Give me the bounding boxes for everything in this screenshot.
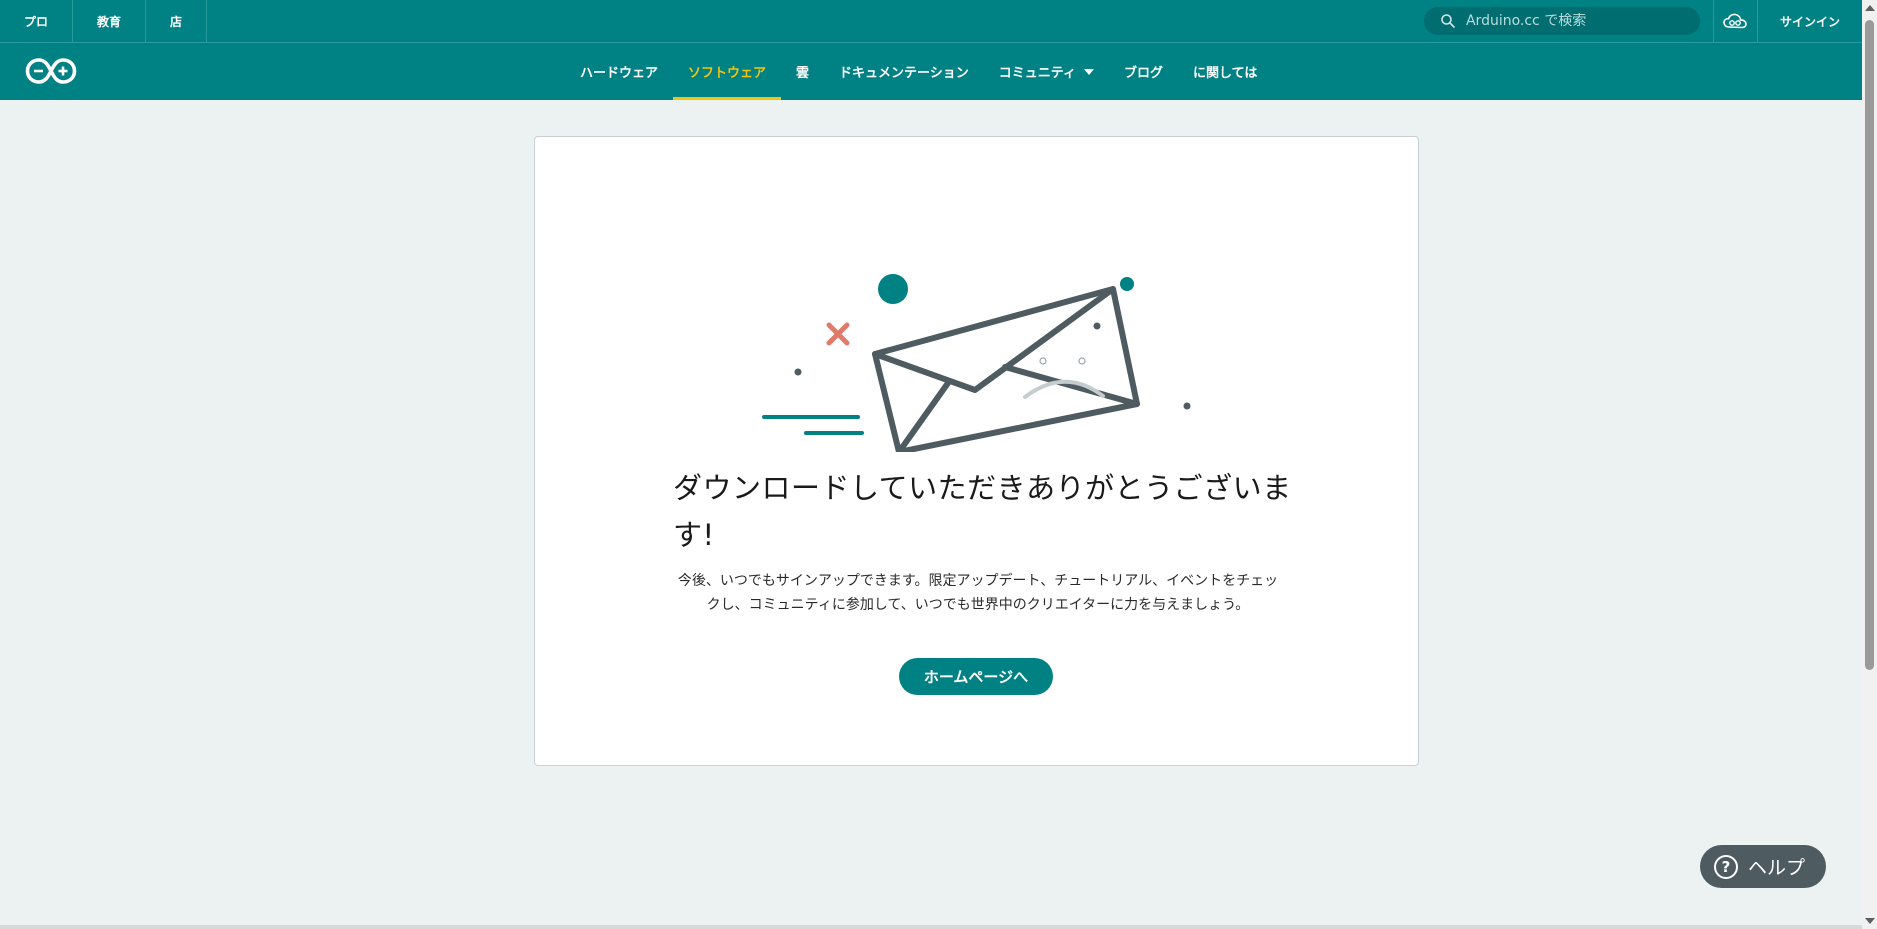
help-label: ヘルプ xyxy=(1748,857,1806,879)
scrollbar-thumb[interactable] xyxy=(1865,20,1874,670)
scroll-down-icon[interactable] xyxy=(1865,918,1875,924)
thank-you-card: ダウンロードしていただきありがとうございます! 今後、いつでもサインアップできま… xyxy=(534,136,1419,766)
scroll-up-icon[interactable] xyxy=(1865,5,1875,11)
nav-item-cloud[interactable]: 雲 xyxy=(781,43,824,100)
page-scrollbar[interactable] xyxy=(1862,0,1877,929)
nav-links: ハードウェア ソフトウェア 雲 ドキュメンテーション コミュニティ ブログ に関… xyxy=(565,43,1272,100)
cloud-button[interactable] xyxy=(1712,0,1758,42)
cloud-icon xyxy=(1723,13,1748,29)
envelope-icon xyxy=(762,274,1191,452)
nav-item-documentation[interactable]: ドキュメンテーション xyxy=(824,43,984,100)
nav-item-community-label: コミュニティ xyxy=(998,66,1077,81)
top-link-education[interactable]: 教育 xyxy=(73,0,147,42)
thank-you-headline: ダウンロードしていただきありがとうございます! xyxy=(673,471,1292,552)
arduino-logo-icon[interactable] xyxy=(25,57,77,85)
signup-description: 今後、いつでもサインアップできます。限定アップデート、チュートリアル、イベントを… xyxy=(677,573,1279,613)
top-link-store[interactable]: 店 xyxy=(146,0,208,42)
homepage-button[interactable]: ホームページへ xyxy=(899,658,1053,695)
nav-item-about[interactable]: に関しては xyxy=(1178,43,1272,100)
top-links: プロ 教育 店 xyxy=(0,0,208,42)
top-utility-bar: プロ 教育 店 サインイン xyxy=(0,0,1862,43)
signin-link[interactable]: サインイン xyxy=(1758,0,1862,42)
window-bottom-edge xyxy=(0,925,1862,929)
chevron-down-icon xyxy=(1084,68,1095,75)
nav-item-hardware[interactable]: ハードウェア xyxy=(565,43,673,100)
help-icon: ? xyxy=(1714,854,1738,879)
search-box[interactable] xyxy=(1423,7,1700,35)
search-icon xyxy=(1441,14,1455,28)
nav-item-software[interactable]: ソフトウェア xyxy=(673,43,782,100)
main-nav: ハードウェア ソフトウェア 雲 ドキュメンテーション コミュニティ ブログ に関… xyxy=(0,43,1862,100)
search-input[interactable] xyxy=(1465,13,1686,29)
help-button[interactable]: ? ヘルプ xyxy=(1700,845,1826,888)
nav-item-blog[interactable]: ブログ xyxy=(1109,43,1178,100)
top-link-pro[interactable]: プロ xyxy=(0,0,74,42)
nav-item-community[interactable]: コミュニティ xyxy=(984,43,1109,100)
